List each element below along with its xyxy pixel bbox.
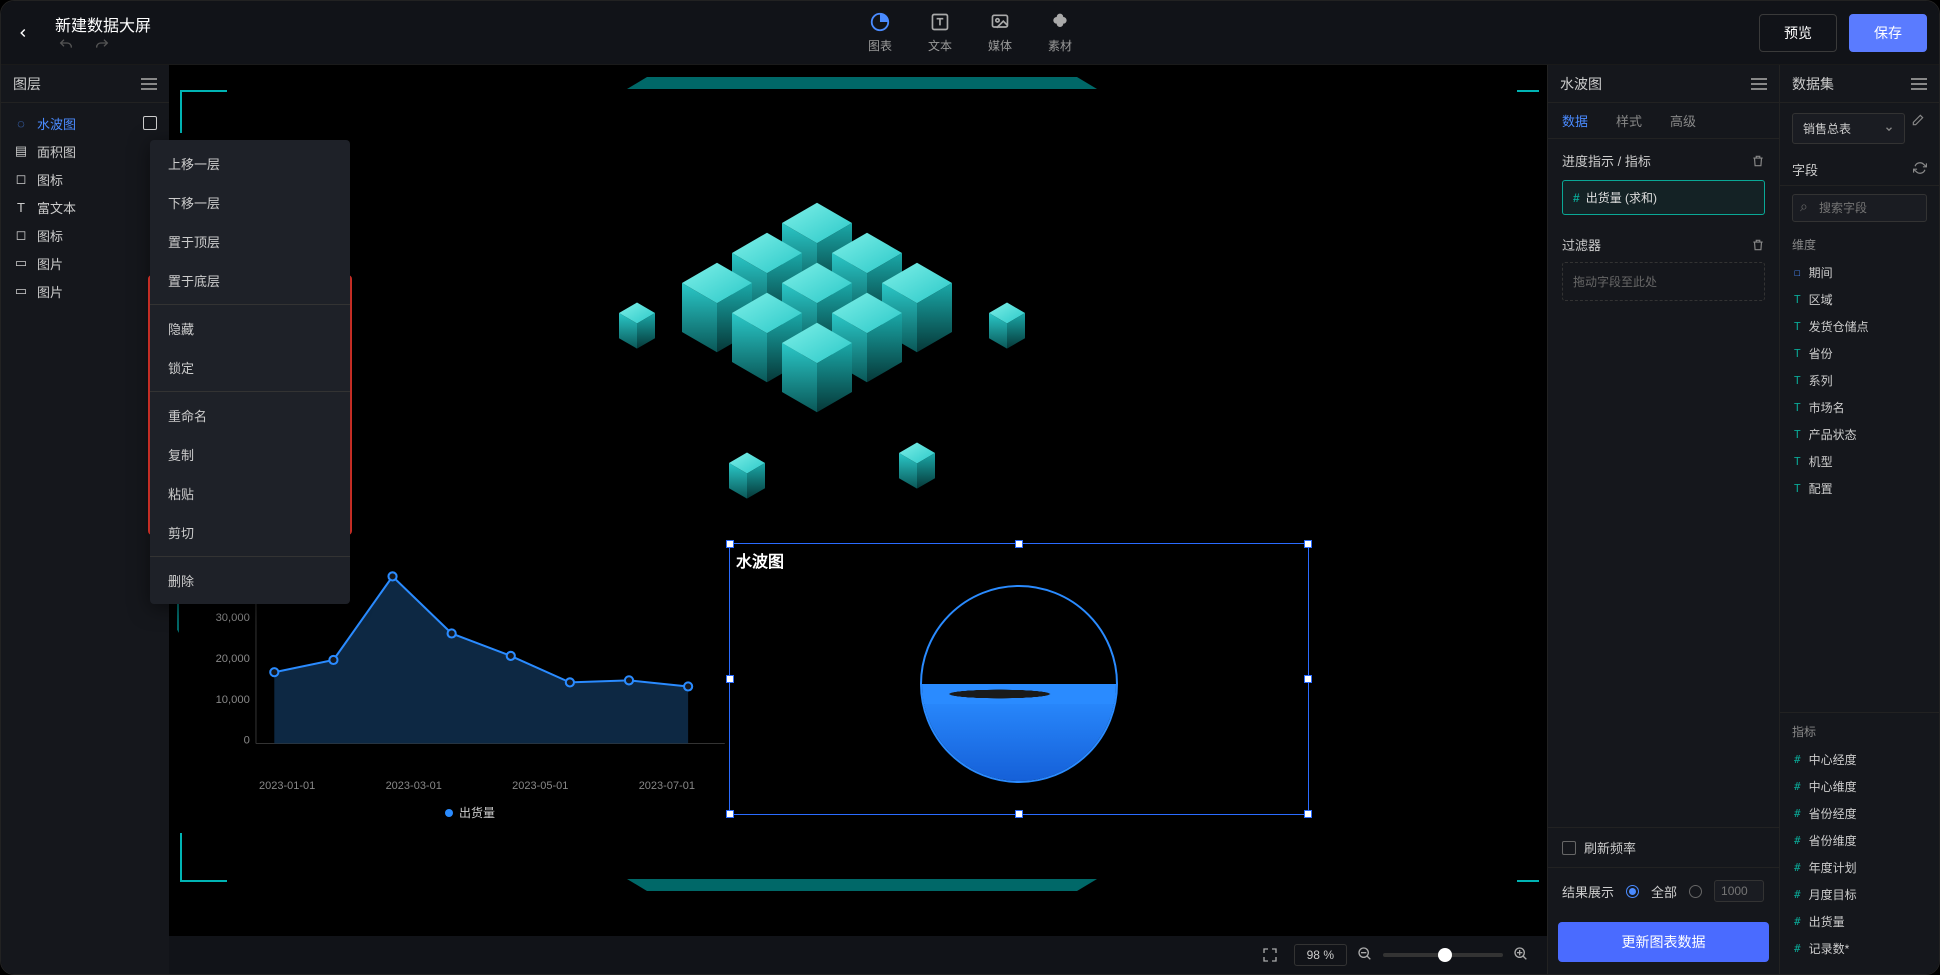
dataset-title: 数据集 — [1792, 74, 1834, 94]
context-menu-item[interactable]: 隐藏 — [150, 309, 350, 348]
field-item[interactable]: T产品状态 — [1792, 421, 1927, 448]
liquid-chart-selection[interactable]: 水波图 — [729, 543, 1309, 815]
dimension-group-label: 维度 — [1780, 230, 1939, 259]
layers-menu-icon[interactable] — [141, 78, 157, 90]
undo-icon[interactable] — [57, 36, 75, 54]
field-item[interactable]: T市场名 — [1792, 394, 1927, 421]
field-item[interactable]: #省份维度 — [1792, 827, 1927, 854]
props-tab[interactable]: 样式 — [1616, 111, 1642, 130]
field-item[interactable]: #记录数* — [1792, 935, 1927, 962]
fullscreen-icon[interactable] — [1262, 947, 1278, 963]
svg-text:30,000: 30,000 — [216, 612, 250, 624]
layer-item[interactable]: ▭图片 — [1, 249, 169, 277]
page-title: 新建数据大屏 — [55, 12, 151, 36]
zoom-percent: 98 — [1307, 948, 1320, 962]
layer-item[interactable]: ▤面积图 — [1, 137, 169, 165]
field-item[interactable]: #省份经度 — [1792, 800, 1927, 827]
filter-dropzone[interactable]: 拖动字段至此处 — [1562, 262, 1765, 301]
toolbox-chart[interactable]: 图表 — [868, 11, 892, 54]
props-title: 水波图 — [1560, 74, 1602, 94]
props-menu-icon[interactable] — [1751, 78, 1767, 90]
delete-filter-icon[interactable] — [1751, 238, 1765, 252]
context-menu-item[interactable]: 复制 — [150, 435, 350, 474]
zoom-out-icon[interactable] — [1357, 946, 1373, 965]
back-icon[interactable] — [13, 23, 33, 43]
toolbox-media[interactable]: 媒体 — [988, 11, 1012, 54]
delete-icon[interactable] — [1751, 154, 1765, 168]
context-menu-item[interactable]: 删除 — [150, 561, 350, 600]
liquid-circle — [920, 585, 1118, 783]
layers-title: 图层 — [13, 74, 41, 94]
area-legend: 出货量 — [205, 804, 735, 821]
refresh-label: 刷新频率 — [1584, 838, 1636, 857]
context-menu-item[interactable]: 粘贴 — [150, 474, 350, 513]
redo-icon[interactable] — [93, 36, 111, 54]
fields-label: 字段 — [1792, 160, 1818, 179]
dataset-dropdown[interactable]: 销售总表 — [1792, 113, 1905, 144]
layer-item[interactable]: ◻图标 — [1, 165, 169, 193]
refresh-checkbox[interactable] — [1562, 841, 1576, 855]
toolbox-material[interactable]: 素材 — [1048, 11, 1072, 54]
field-item[interactable]: #出货量 — [1792, 908, 1927, 935]
props-tab[interactable]: 高级 — [1670, 111, 1696, 130]
field-item[interactable]: T机型 — [1792, 448, 1927, 475]
field-item[interactable]: #中心经度 — [1792, 746, 1927, 773]
context-menu-item[interactable]: 剪切 — [150, 513, 350, 552]
field-item[interactable]: T省份 — [1792, 340, 1927, 367]
toolbox-text[interactable]: 文本 — [928, 11, 952, 54]
context-menu-item[interactable]: 置于顶层 — [150, 222, 350, 261]
layer-context-menu: 上移一层下移一层置于顶层置于底层隐藏锁定重命名复制粘贴剪切删除 — [150, 140, 350, 604]
context-menu-item[interactable]: 置于底层 — [150, 261, 350, 300]
context-menu-item[interactable]: 锁定 — [150, 348, 350, 387]
svg-text:10,000: 10,000 — [216, 694, 250, 706]
liquid-chart-title: 水波图 — [736, 548, 784, 572]
svg-text:0: 0 — [244, 735, 250, 747]
props-tab[interactable]: 数据 — [1562, 111, 1588, 130]
zoom-slider[interactable] — [1383, 953, 1503, 957]
context-menu-item[interactable]: 上移一层 — [150, 144, 350, 183]
field-item[interactable]: T系列 — [1792, 367, 1927, 394]
result-all-radio[interactable] — [1626, 885, 1639, 898]
field-item[interactable]: #年度计划 — [1792, 854, 1927, 881]
update-chart-button[interactable]: 更新图表数据 — [1558, 922, 1769, 962]
result-label: 结果展示 — [1562, 882, 1614, 901]
filter-label: 过滤器 — [1562, 235, 1601, 254]
field-item[interactable]: T发货仓储点 — [1792, 313, 1927, 340]
svg-text:20,000: 20,000 — [216, 653, 250, 665]
layer-item[interactable]: ◌水波图 — [1, 109, 169, 137]
layer-item[interactable]: ▭图片 — [1, 277, 169, 305]
field-item[interactable]: #月度目标 — [1792, 881, 1927, 908]
metric-chip[interactable]: #出货量 (求和) — [1562, 180, 1765, 215]
refresh-fields-icon[interactable] — [1913, 161, 1927, 178]
result-custom-input[interactable] — [1714, 880, 1764, 902]
result-custom-radio[interactable] — [1689, 885, 1702, 898]
field-item[interactable]: T区域 — [1792, 286, 1927, 313]
metric-group-label: 指标 — [1780, 712, 1939, 746]
edit-dataset-icon[interactable] — [1911, 113, 1927, 129]
layer-item[interactable]: ◻图标 — [1, 221, 169, 249]
field-item[interactable]: #中心维度 — [1792, 773, 1927, 800]
progress-section-label: 进度指示 / 指标 — [1562, 151, 1651, 170]
zoom-in-icon[interactable] — [1513, 946, 1529, 965]
preview-button[interactable]: 预览 — [1759, 14, 1837, 52]
field-item[interactable]: ☐期间 — [1792, 259, 1927, 286]
context-menu-item[interactable]: 下移一层 — [150, 183, 350, 222]
dataset-menu-icon[interactable] — [1911, 78, 1927, 90]
field-item[interactable]: T配置 — [1792, 475, 1927, 502]
save-button[interactable]: 保存 — [1849, 14, 1927, 52]
context-menu-item[interactable]: 重命名 — [150, 396, 350, 435]
layer-item[interactable]: T富文本 — [1, 193, 169, 221]
cubes-graphic — [597, 163, 1037, 543]
field-search-input[interactable] — [1792, 194, 1927, 222]
